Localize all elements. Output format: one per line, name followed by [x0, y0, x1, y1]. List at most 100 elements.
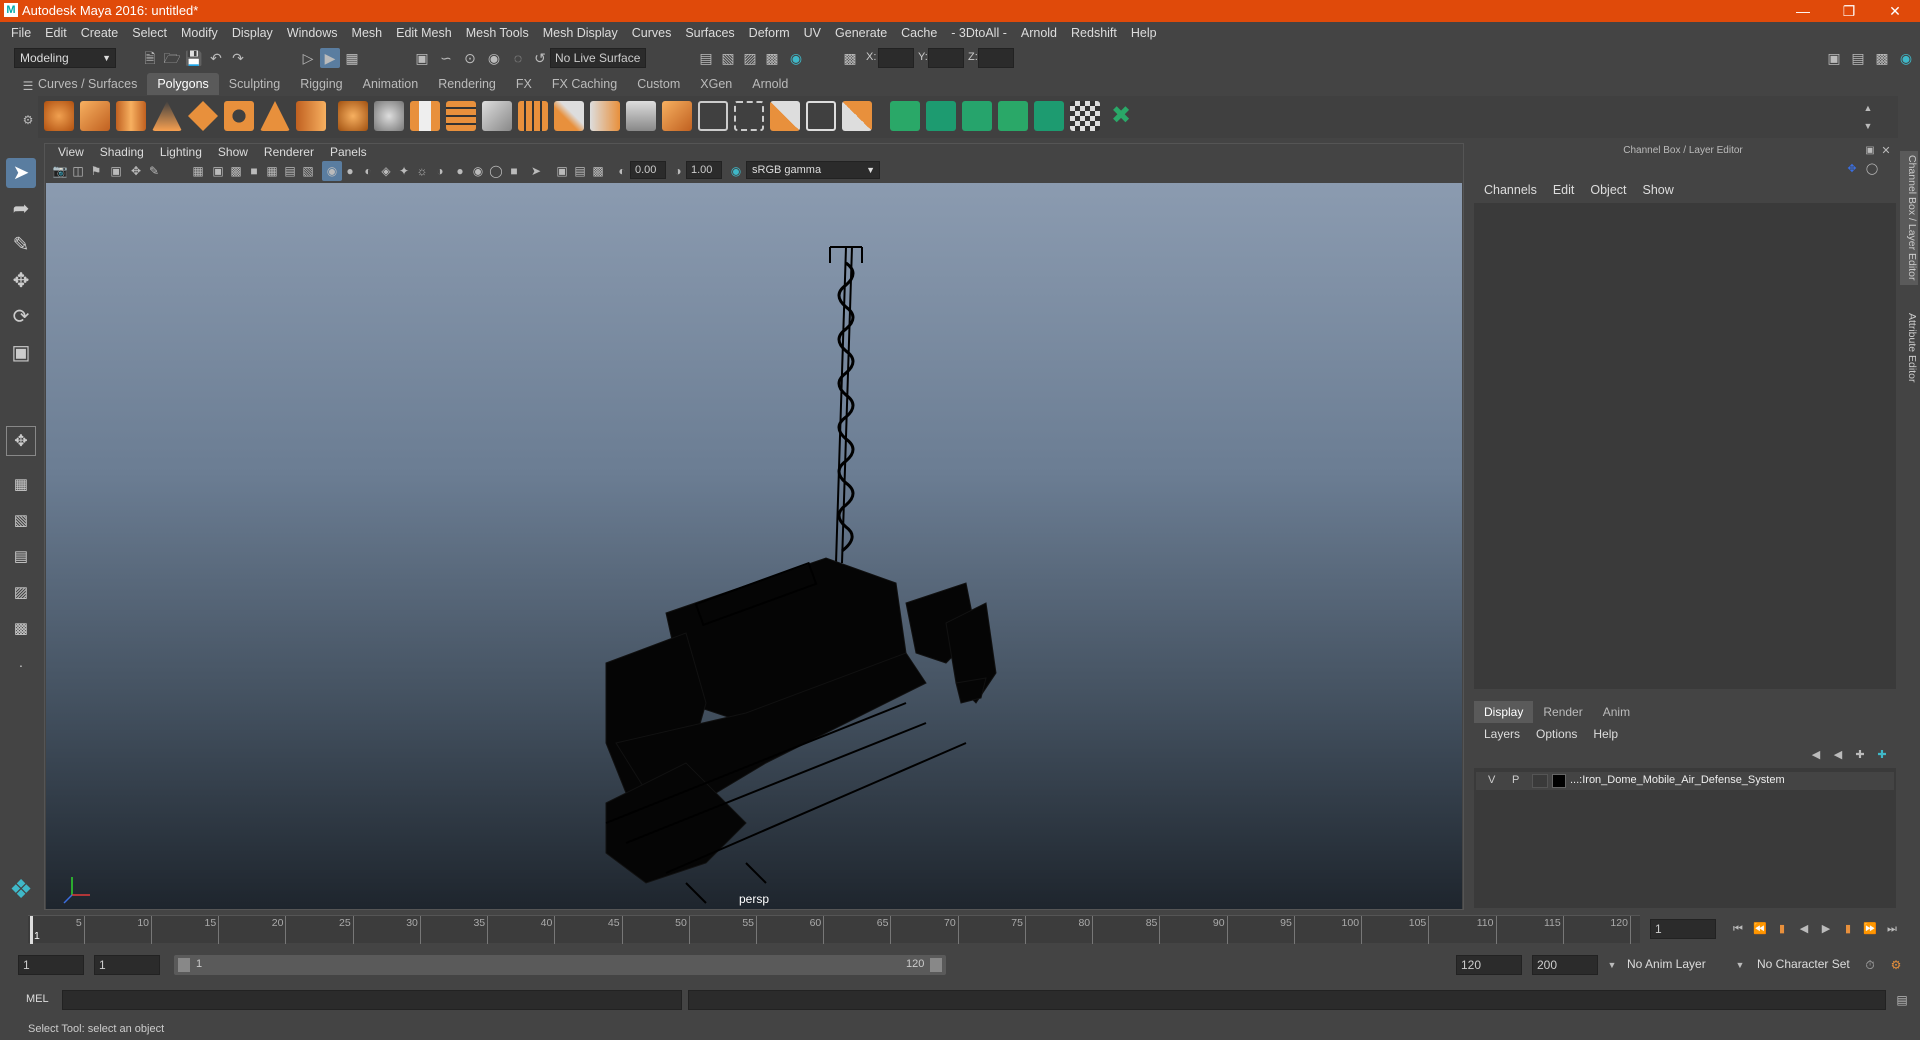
xray-icon[interactable]: ▣	[552, 161, 572, 181]
current-frame-field[interactable]: 1	[1650, 919, 1716, 939]
move-layer-down-icon[interactable]: ◀	[1828, 745, 1848, 765]
chevron-down-icon[interactable]: ▼	[1730, 955, 1750, 975]
undo-icon[interactable]: ↶	[206, 48, 226, 68]
render-current-frame-icon[interactable]: ▧	[718, 48, 738, 68]
exposure-input[interactable]: 0.00	[630, 161, 666, 179]
gamma-input[interactable]: 1.00	[686, 161, 722, 179]
menu-help[interactable]: Help	[1124, 26, 1164, 40]
grease-pencil-icon[interactable]: ✎	[144, 161, 164, 181]
save-scene-icon[interactable]: 💾	[184, 48, 204, 68]
persp-graph-layout-icon[interactable]: ▤	[6, 542, 36, 572]
go-to-start-icon[interactable]: ⏮	[1728, 919, 1748, 939]
go-to-end-icon[interactable]: ⏭	[1882, 919, 1902, 939]
smooth-icon[interactable]	[446, 101, 476, 131]
channel-box-settings-icon[interactable]: ◯	[1862, 159, 1882, 179]
xray-joints-icon[interactable]: ▩	[588, 161, 608, 181]
hypershade-icon[interactable]: ◉	[786, 48, 806, 68]
layer-menu-help[interactable]: Help	[1585, 727, 1626, 741]
isolate-select-icon[interactable]: ➤	[526, 161, 546, 181]
select-camera-icon[interactable]: 📷	[50, 161, 70, 181]
use-all-lights-icon[interactable]: ☼	[412, 161, 432, 181]
open-scene-icon[interactable]: 🗁	[162, 48, 182, 68]
move-layer-up-icon[interactable]: ◀	[1806, 745, 1826, 765]
animation-start-field[interactable]: 1	[18, 955, 84, 975]
new-scene-icon[interactable]: 🗎	[140, 48, 160, 68]
move-tool-icon[interactable]: ✥	[6, 266, 36, 296]
persp-hypershade-layout-icon[interactable]: ▨	[6, 578, 36, 608]
play-forwards-icon[interactable]: ▶	[1816, 919, 1836, 939]
close-button[interactable]: ✕	[1872, 0, 1918, 22]
poly-plane-icon[interactable]	[188, 101, 218, 131]
menu-set-dropdown[interactable]: Modeling ▼	[14, 48, 116, 68]
range-start-handle[interactable]	[178, 958, 190, 972]
viewport-menu-view[interactable]: View	[50, 144, 92, 160]
animation-preferences-icon[interactable]: ⚙	[1886, 955, 1906, 975]
layer-tab-render[interactable]: Render	[1533, 701, 1592, 723]
tool-settings-toggle-icon[interactable]: ▩	[1872, 48, 1892, 68]
time-ruler[interactable]: 1 5 10 15 20 25 30 35 40 45 50 55 60 65 70 75 80 85 90 95 10…	[28, 915, 1640, 944]
uv-editor-icon[interactable]: ✖	[1106, 101, 1136, 131]
shelf-scroll-down-icon[interactable]: ▼	[1858, 116, 1878, 136]
snap-surface-icon[interactable]: ◌	[508, 48, 528, 68]
bevel-icon[interactable]	[626, 101, 656, 131]
menu-generate[interactable]: Generate	[828, 26, 894, 40]
extrude-icon[interactable]	[590, 101, 620, 131]
mirror-icon[interactable]	[518, 101, 548, 131]
minimize-button[interactable]: —	[1780, 0, 1826, 22]
viewport-menu-show[interactable]: Show	[210, 144, 256, 160]
menu-windows[interactable]: Windows	[280, 26, 345, 40]
textured-icon[interactable]: ✦	[394, 161, 414, 181]
poly-pipe-icon[interactable]	[296, 101, 326, 131]
y-input[interactable]	[928, 48, 964, 68]
new-empty-layer-icon[interactable]: ✚	[1850, 745, 1870, 765]
safe-action-icon[interactable]: ▤	[280, 161, 300, 181]
channel-box-toggle-icon[interactable]: ◉	[1896, 48, 1916, 68]
perspective-viewport[interactable]: persp	[46, 183, 1462, 909]
step-back-key-icon[interactable]: ⏪	[1750, 919, 1770, 939]
step-forward-key-icon[interactable]: ⏩	[1860, 919, 1880, 939]
snap-view-plane-icon[interactable]: ◉	[484, 48, 504, 68]
menu-deform[interactable]: Deform	[742, 26, 797, 40]
command-input[interactable]	[62, 990, 682, 1010]
wireframe-icon[interactable]: ◉	[322, 161, 342, 181]
menu-display[interactable]: Display	[225, 26, 280, 40]
close-panel-icon[interactable]: ✕	[1876, 141, 1896, 161]
uv-planar-icon[interactable]	[890, 101, 920, 131]
character-set-dropdown[interactable]: No Character Set	[1752, 955, 1876, 975]
poly-cube-icon[interactable]	[80, 101, 110, 131]
poly-sphere-icon[interactable]	[44, 101, 74, 131]
playback-end-field[interactable]: 120	[1456, 955, 1522, 975]
viewport-menu-renderer[interactable]: Renderer	[256, 144, 322, 160]
modeling-toolkit-icon[interactable]: ▣	[1824, 48, 1844, 68]
select-by-hierarchy-icon[interactable]: ▷	[298, 48, 318, 68]
persp-outliner-layout-icon[interactable]: ▧	[6, 506, 36, 536]
ipr-render-icon[interactable]: ▨	[740, 48, 760, 68]
menu-mesh-tools[interactable]: Mesh Tools	[459, 26, 536, 40]
target-weld-icon[interactable]	[698, 101, 728, 131]
tab-channel-box[interactable]: Channel Box / Layer Editor	[1900, 151, 1918, 285]
scale-tool-icon[interactable]: ▣	[6, 338, 36, 368]
shelf-tab-rendering[interactable]: Rendering	[428, 73, 506, 95]
xray-active-components-icon[interactable]: ▤	[570, 161, 590, 181]
circularize-icon[interactable]	[842, 101, 872, 131]
channel-box-menu-show[interactable]: Show	[1635, 183, 1682, 197]
shelf-settings-icon[interactable]: ⚙	[18, 110, 38, 130]
shelf-tab-custom[interactable]: Custom	[627, 73, 690, 95]
layer-playback-toggle[interactable]: P	[1512, 774, 1519, 786]
field-chart-icon[interactable]: ▦	[262, 161, 282, 181]
redo-icon[interactable]: ↷	[228, 48, 248, 68]
gamma-icon[interactable]: ◑	[668, 161, 688, 181]
single-perspective-layout-icon[interactable]: ✥	[6, 426, 36, 456]
menu-redshift[interactable]: Redshift	[1064, 26, 1124, 40]
grid-toggle-icon[interactable]: ▦	[188, 161, 208, 181]
gate-mask-icon[interactable]: ■	[244, 161, 264, 181]
snap-point-icon[interactable]: ⊙	[460, 48, 480, 68]
collapse-icon[interactable]	[806, 101, 836, 131]
view-transform-dropdown[interactable]: sRGB gamma ▼	[746, 161, 880, 179]
bookmark-icon[interactable]: ⚑	[86, 161, 106, 181]
viewport-menu-shading[interactable]: Shading	[92, 144, 152, 160]
shelf-scroll-up-icon[interactable]: ▲	[1858, 98, 1878, 118]
menu-create[interactable]: Create	[74, 26, 126, 40]
layer-menu-options[interactable]: Options	[1528, 727, 1585, 741]
separate-icon[interactable]	[374, 101, 404, 131]
